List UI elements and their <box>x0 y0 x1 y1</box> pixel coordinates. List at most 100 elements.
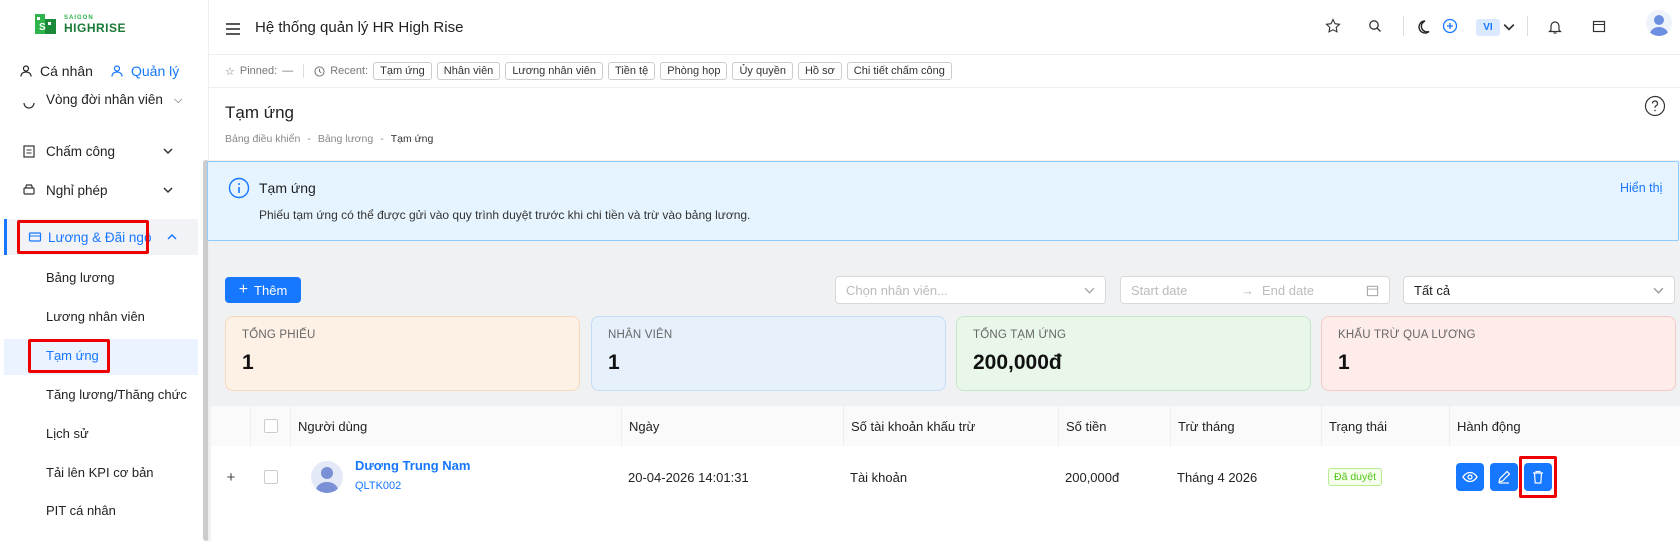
help-icon[interactable] <box>1644 95 1666 117</box>
recent-chip[interactable]: Lương nhân viên <box>505 62 604 80</box>
sidebar-subitem-raise[interactable]: Tăng lương/Thăng chức <box>46 387 187 402</box>
sidebar-item-lifecycle[interactable]: Vòng đời nhân viên ⌵ <box>0 94 200 118</box>
stat-card-value: 1 <box>608 351 620 374</box>
tab-personal-label: Cá nhân <box>40 63 93 79</box>
row-checkbox[interactable] <box>264 470 278 484</box>
select-all-checkbox[interactable] <box>263 419 278 433</box>
star-icon[interactable] <box>1325 18 1341 34</box>
plus-circle-icon[interactable] <box>1442 18 1458 34</box>
stat-card-title: KHẤU TRỪ QUA LƯƠNG <box>1338 329 1476 341</box>
table-header: Trạng thái <box>1321 406 1449 446</box>
divider <box>303 64 305 78</box>
sidebar-subitem-history[interactable]: Lịch sử <box>46 426 89 441</box>
sidebar-subitem-payroll[interactable]: Bảng lương <box>46 270 115 285</box>
date-range-picker[interactable]: Start date → End date <box>1120 276 1390 304</box>
add-button-label: Thêm <box>254 282 288 298</box>
brand-logo[interactable]: S SAIGON HIGHRISE <box>34 10 144 38</box>
end-date-input[interactable]: End date <box>1262 283 1314 298</box>
calendar-check-icon <box>23 145 35 158</box>
top-bar: Hệ thống quản lý HR High Rise VI <box>209 0 1680 54</box>
moon-icon[interactable] <box>1418 19 1434 35</box>
sidebar-item-label: Vòng đời nhân viên <box>46 94 163 107</box>
stat-card-advance-total: TỔNG TẠM ỨNG 200,000đ <box>956 316 1311 391</box>
divider <box>1527 16 1528 36</box>
table-header: Ngày <box>621 406 843 446</box>
sidebar-subitem-employee-salary[interactable]: Lương nhân viên <box>46 309 145 324</box>
recent-chip[interactable]: Tiền tệ <box>608 62 656 80</box>
sidebar-item-leave[interactable]: Nghỉ phép <box>0 173 200 207</box>
table-header: Trừ tháng <box>1170 406 1321 446</box>
brand-line2: HIGHRISE <box>64 21 127 35</box>
stat-card-title: NHÂN VIÊN <box>608 329 673 341</box>
app-title: Hệ thống quản lý HR High Rise <box>255 19 464 36</box>
recent-label: Recent: <box>330 65 369 77</box>
expand-row-icon[interactable]: + <box>211 446 251 508</box>
month-cell: Tháng 4 2026 <box>1177 469 1258 485</box>
employee-select[interactable]: Chọn nhân viên... <box>835 276 1106 304</box>
breadcrumb-item-current: Tạm ứng <box>390 133 434 145</box>
breadcrumb-item[interactable]: Bảng điều khiển <box>225 133 300 145</box>
bell-icon[interactable] <box>1548 19 1562 35</box>
chevron-down-icon <box>1084 287 1095 294</box>
stat-card-employees: NHÂN VIÊN 1 <box>591 316 946 391</box>
pin-icon: ☆ <box>225 65 235 78</box>
status-select[interactable]: Tất cả <box>1403 276 1675 304</box>
edit-button[interactable] <box>1490 463 1518 491</box>
menu-icon[interactable] <box>225 22 241 36</box>
recent-chip[interactable]: Tạm ứng <box>373 62 432 80</box>
recent-chip[interactable]: Phòng họp <box>660 62 728 80</box>
highlight-box <box>1519 456 1557 498</box>
info-alert: Tạm ứng Phiếu tạm ứng có thể được gửi và… <box>207 161 1679 241</box>
user-icon <box>20 65 32 77</box>
user-avatar <box>311 461 343 493</box>
stat-card-title: TỔNG PHIẾU <box>242 329 316 341</box>
alert-text: Phiếu tạm ứng có thể được gửi vào quy tr… <box>259 208 751 222</box>
arrow-right-icon: → <box>1241 282 1254 298</box>
stat-card-title: TỔNG TẠM ỨNG <box>973 329 1067 341</box>
eye-icon <box>1462 471 1478 483</box>
tab-personal[interactable]: Cá nhân <box>20 63 93 79</box>
calendar-icon[interactable] <box>1592 19 1606 33</box>
sidebar-subitem-pit[interactable]: PIT cá nhân <box>46 503 116 518</box>
start-date-input[interactable]: Start date <box>1131 283 1187 298</box>
chevron-down-icon <box>163 187 173 194</box>
breadcrumb: Bảng điều khiển - Bảng lương - Tạm ứng <box>225 133 433 145</box>
sidebar-subitem-kpi-upload[interactable]: Tải lên KPI cơ bản <box>46 465 154 480</box>
info-icon <box>228 177 250 199</box>
recent-chip[interactable]: Hồ sơ <box>797 62 842 80</box>
building-logo-icon: S <box>35 14 56 34</box>
table-header: Hành động <box>1449 406 1680 446</box>
car-icon <box>23 184 35 195</box>
view-button[interactable] <box>1456 463 1484 491</box>
pencil-icon <box>1498 470 1511 484</box>
sidebar-item-attendance[interactable]: Chấm công <box>0 134 200 168</box>
tab-manager-label: Quản lý <box>131 63 180 79</box>
language-badge[interactable]: VI <box>1476 19 1500 36</box>
recent-chip[interactable]: Ủy quyền <box>732 62 793 80</box>
recent-chip[interactable]: Chi tiết chấm công <box>846 62 952 80</box>
chevron-down-icon[interactable] <box>1503 21 1515 33</box>
pinned-value: — <box>282 65 294 77</box>
breadcrumb-item[interactable]: Bảng lương <box>318 133 373 145</box>
lifecycle-icon <box>23 102 35 109</box>
stat-card-value: 1 <box>242 351 254 374</box>
pinned-label: Pinned: <box>239 65 278 77</box>
table-header: Số tiền <box>1058 406 1170 446</box>
sidebar-item-label: Nghỉ phép <box>46 182 108 198</box>
user-info: Dương Trung Nam QLTK002 <box>355 458 470 492</box>
add-button[interactable]: + Thêm <box>225 277 301 303</box>
recent-bar: ☆ Pinned: — Recent: Tạm ứng Nhân viên Lư… <box>209 54 1680 88</box>
main-content: Tạm ứng Bảng điều khiển - Bảng lương - T… <box>207 88 1680 546</box>
status-badge: Đã duyệt <box>1328 468 1383 486</box>
advance-table: Người dùng Ngày Số tài khoản khấu trừ Số… <box>211 406 1680 546</box>
alert-action-link[interactable]: Hiển thị <box>1620 181 1662 195</box>
user-code: QLTK002 <box>355 480 402 492</box>
search-icon[interactable] <box>1368 19 1382 33</box>
user-name-link[interactable]: Dương Trung Nam <box>355 458 470 473</box>
alert-title: Tạm ứng <box>259 180 316 196</box>
recent-chip[interactable]: Nhân viên <box>436 62 501 80</box>
tab-manager[interactable]: Quản lý <box>111 63 179 79</box>
avatar[interactable] <box>1646 10 1672 36</box>
date-cell: 20-04-2026 14:01:31 <box>628 469 749 485</box>
user-avatar-icon <box>315 467 339 493</box>
